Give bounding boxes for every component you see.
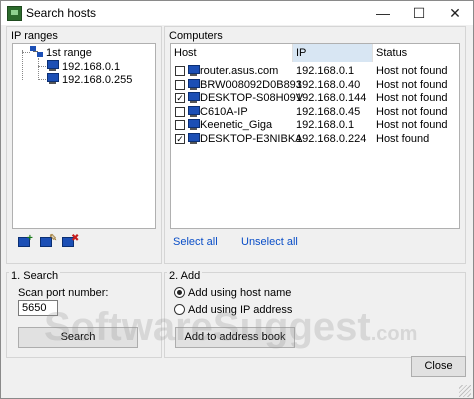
- computer-icon: [46, 73, 59, 85]
- status-cell: Host not found: [376, 105, 448, 118]
- ip-cell: 192.168.0.40: [296, 78, 361, 91]
- add-group-label: 2. Add: [167, 270, 203, 282]
- maximize-button[interactable]: ☐: [401, 1, 437, 25]
- table-row[interactable]: Keenetic_Giga 192.168.0.1 Host not found: [171, 119, 459, 132]
- ip-ranges-tree[interactable]: 1st range 192.168.0.1 192.168.0.255: [12, 43, 156, 229]
- minimize-button[interactable]: —: [365, 1, 401, 25]
- unselect-all-link[interactable]: Unselect all: [241, 236, 298, 248]
- table-row[interactable]: router.asus.com 192.168.0.1 Host not found: [171, 65, 459, 78]
- tree-connector: [38, 66, 46, 67]
- status-cell: Host not found: [376, 65, 448, 77]
- delete-range-button[interactable]: ✖: [60, 233, 80, 250]
- watermark: SoftwareSuggest.com: [44, 305, 417, 350]
- radio-label: Add using host name: [188, 287, 292, 299]
- window-title: Search hosts: [26, 6, 97, 20]
- tree-connector: [38, 79, 46, 80]
- checkbox-unchecked[interactable]: [175, 79, 185, 90]
- close-window-button[interactable]: ✕: [437, 1, 473, 25]
- tree-connector: [38, 58, 39, 80]
- tree-node-label: 192.168.0.1: [62, 61, 121, 73]
- title-bar[interactable]: Search hosts — ☐ ✕: [1, 1, 473, 25]
- checkbox-checked[interactable]: ✓: [175, 93, 185, 103]
- host-cell: router.asus.com: [200, 65, 279, 77]
- computer-icon: [187, 78, 200, 91]
- network-range-icon: [30, 46, 43, 58]
- computer-icon: [187, 105, 200, 118]
- ip-cell: 192.168.0.1: [296, 65, 355, 77]
- column-header-host[interactable]: Host: [171, 44, 293, 62]
- computer-icon: [187, 92, 200, 104]
- host-cell: DESKTOP-E3NIBKA: [200, 132, 303, 145]
- delete-badge-icon: ✖: [71, 233, 80, 244]
- add-badge-icon: +: [27, 233, 33, 244]
- computer-icon: [187, 119, 200, 131]
- column-header-ip[interactable]: IP: [293, 44, 373, 62]
- edit-range-button[interactable]: ✎: [38, 233, 58, 250]
- table-row[interactable]: ✓ DESKTOP-E3NIBKA 192.168.0.224 Host found: [171, 132, 459, 146]
- table-row[interactable]: C610A-IP 192.168.0.45 Host not found: [171, 105, 459, 119]
- select-all-link[interactable]: Select all: [173, 236, 218, 248]
- ip-ranges-label: IP ranges: [9, 30, 60, 42]
- checkbox-unchecked[interactable]: [175, 106, 185, 117]
- host-cell: Keenetic_Giga: [200, 119, 273, 131]
- app-icon: [7, 6, 22, 21]
- checkbox-checked[interactable]: ✓: [175, 133, 185, 144]
- add-by-hostname-option[interactable]: Add using host name: [174, 287, 291, 299]
- ip-cell: 192.168.0.144: [296, 92, 367, 104]
- edit-badge-icon: ✎: [49, 233, 58, 244]
- table-row[interactable]: ✓ DESKTOP-S08H09V 192.168.0.144 Host not fo…: [171, 92, 459, 105]
- computer-icon: [187, 65, 200, 77]
- tree-node-ip[interactable]: 192.168.0.255: [46, 73, 132, 86]
- computers-list[interactable]: Host IP Status router.asus.com 192.168.0.…: [170, 43, 460, 229]
- status-cell: Host found: [376, 132, 430, 145]
- checkbox-unchecked[interactable]: [175, 66, 185, 76]
- tree-node-label: 192.168.0.255: [62, 74, 133, 86]
- resize-grip-icon[interactable]: [459, 385, 471, 397]
- computers-label: Computers: [167, 30, 225, 42]
- list-header: Host IP Status: [171, 44, 459, 62]
- table-row[interactable]: BRW008092D0B893 192.168.0.40 Host not foun…: [171, 78, 459, 92]
- status-cell: Host not found: [376, 119, 448, 131]
- checkbox-unchecked[interactable]: [175, 120, 185, 130]
- computer-icon: [187, 132, 200, 145]
- ip-cell: 192.168.0.224: [296, 132, 367, 145]
- add-range-button[interactable]: +: [16, 234, 34, 250]
- host-cell: DESKTOP-S08H09V: [200, 92, 304, 104]
- computer-icon: [46, 60, 59, 72]
- tree-node-range[interactable]: 1st range: [30, 46, 92, 59]
- tree-connector: [22, 52, 30, 53]
- host-cell: C610A-IP: [200, 105, 248, 118]
- radio-selected-icon[interactable]: [174, 287, 185, 298]
- column-header-status[interactable]: Status: [373, 44, 459, 62]
- status-cell: Host not found: [376, 92, 448, 104]
- status-cell: Host not found: [376, 78, 448, 91]
- ip-cell: 192.168.0.45: [296, 105, 361, 118]
- tree-node-ip[interactable]: 192.168.0.1: [46, 60, 120, 73]
- watermark-suffix: .com: [370, 323, 418, 345]
- watermark-text: SoftwareSuggest: [44, 305, 371, 349]
- tree-connector: [22, 50, 23, 80]
- ip-cell: 192.168.0.1: [296, 119, 355, 131]
- port-number-label: Scan port number:: [18, 287, 109, 299]
- tree-node-label: 1st range: [46, 47, 92, 59]
- search-group-label: 1. Search: [9, 270, 61, 282]
- host-cell: BRW008092D0B893: [200, 78, 302, 91]
- close-button[interactable]: Close: [411, 356, 466, 377]
